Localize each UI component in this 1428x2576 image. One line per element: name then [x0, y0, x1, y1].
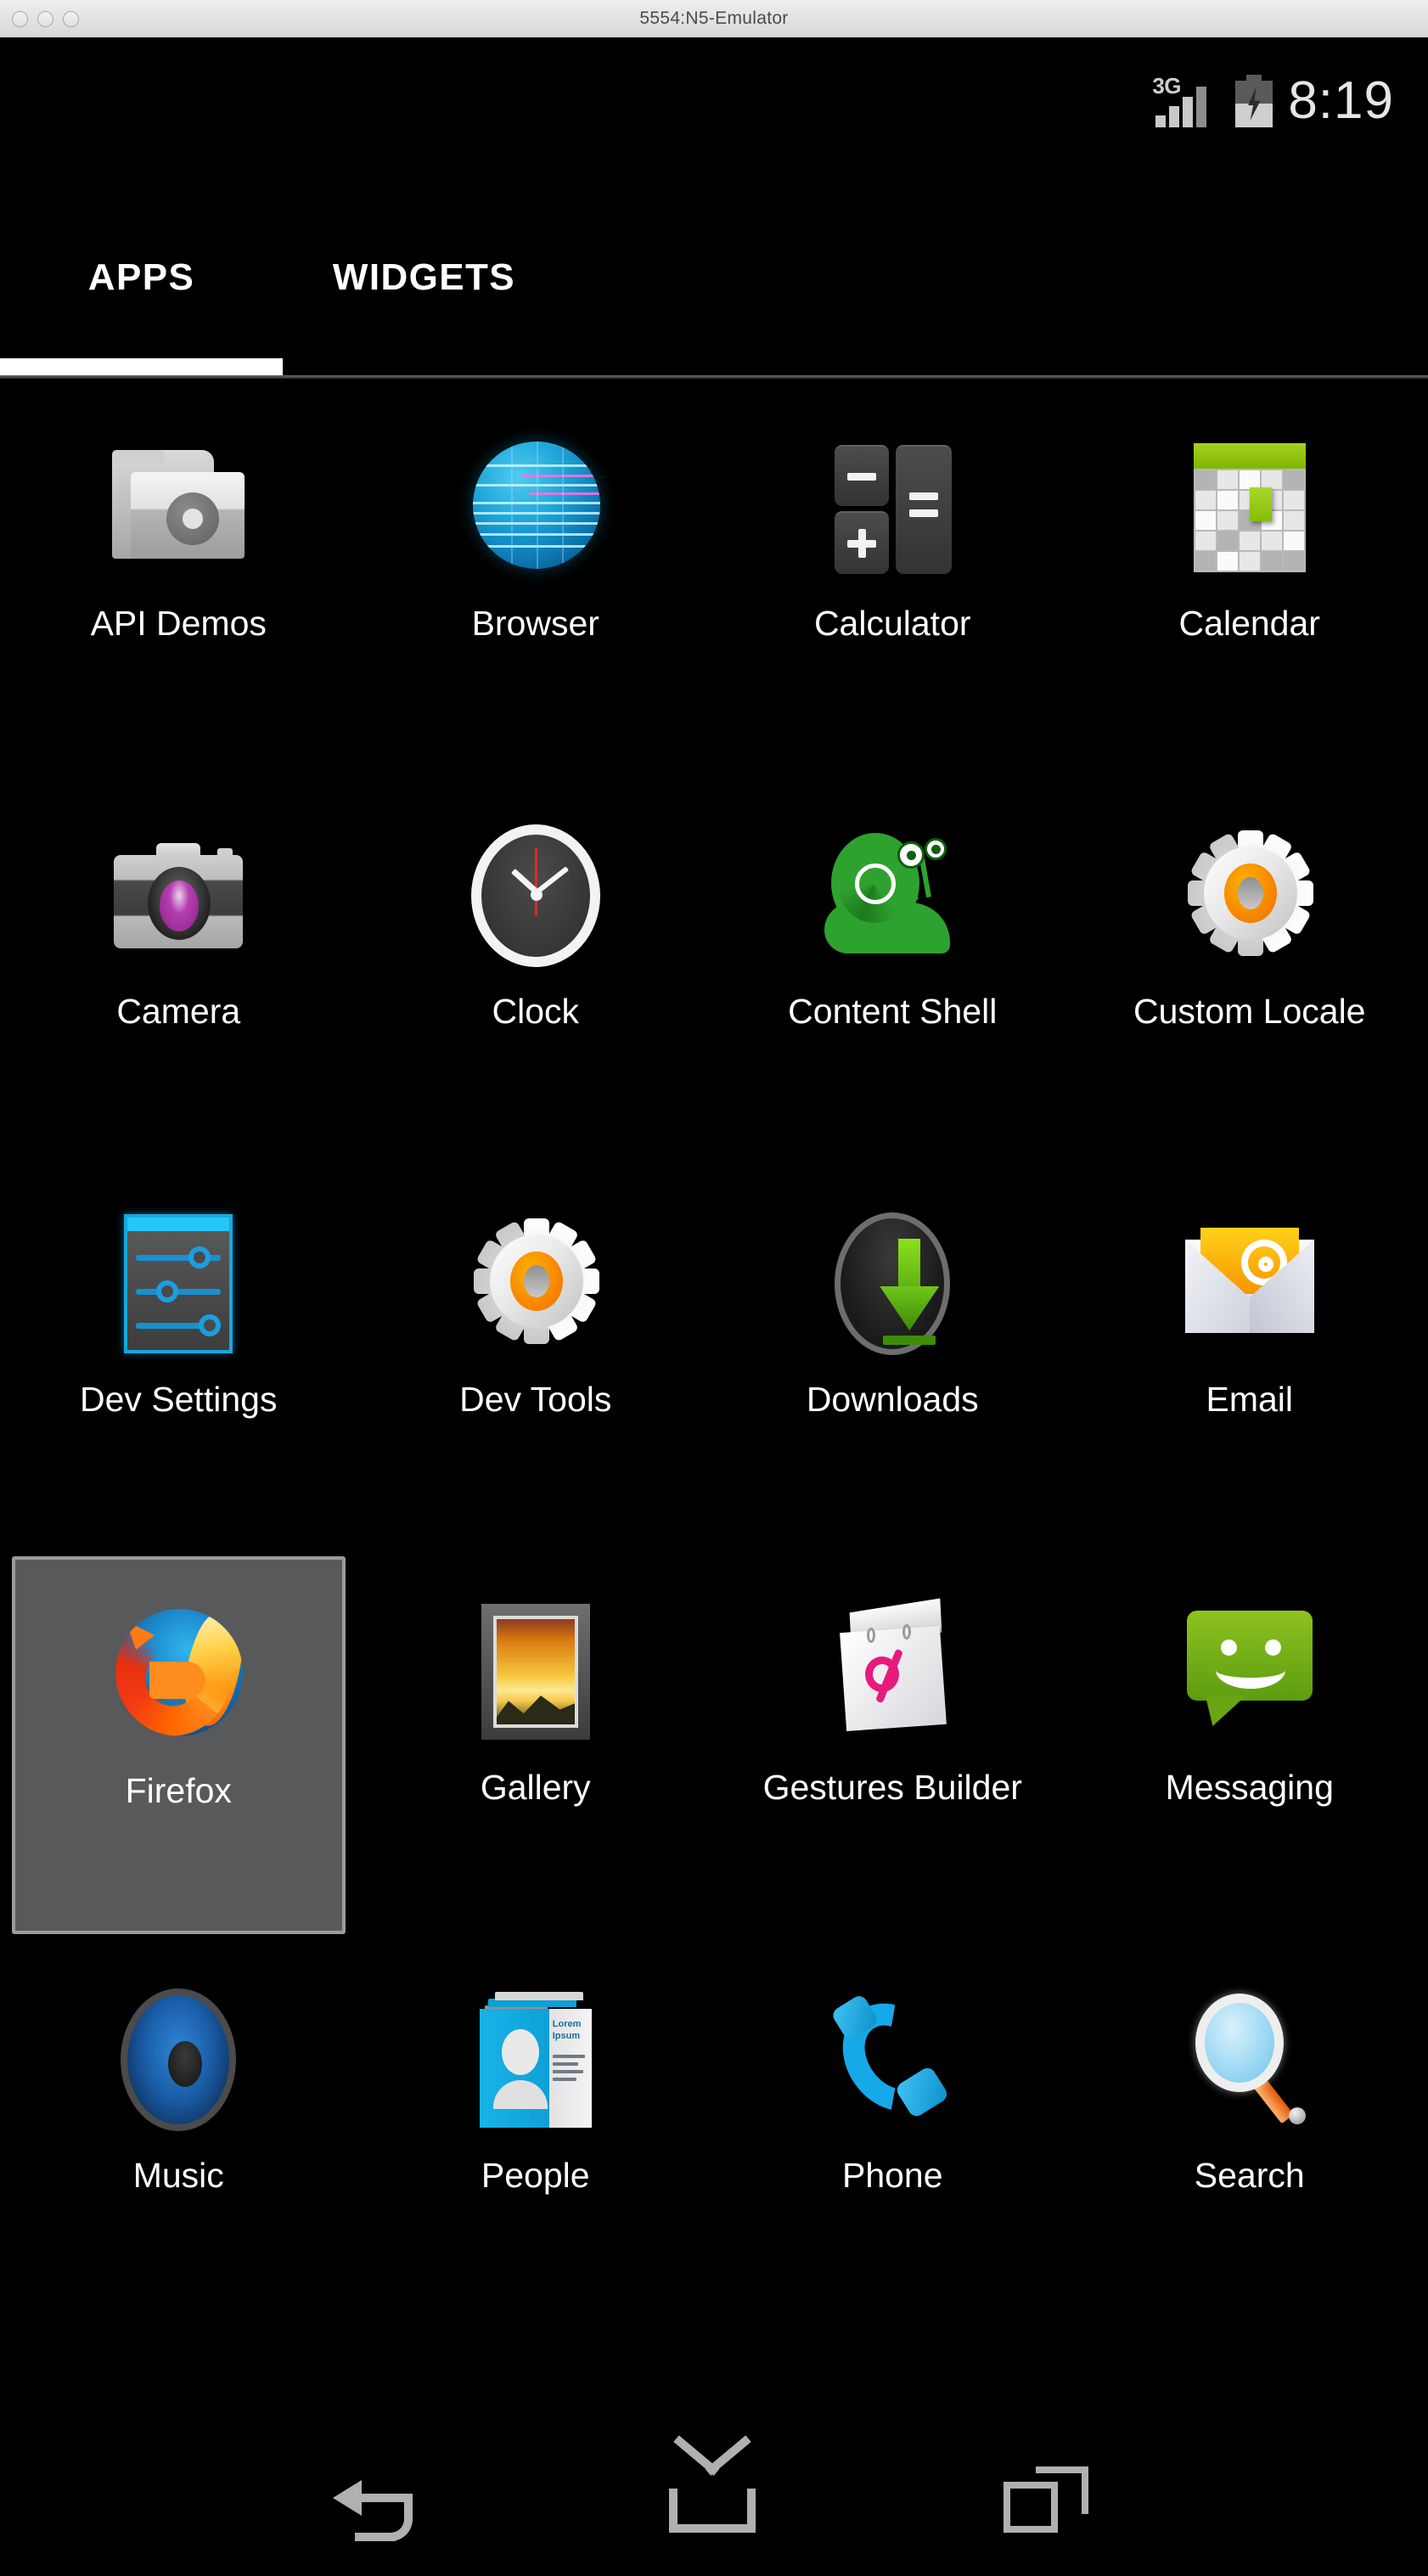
magnifier-icon	[1173, 1983, 1326, 2136]
app-item-dev-tools[interactable]: Dev Tools	[357, 1163, 715, 1551]
app-label: Calculator	[813, 604, 971, 643]
emulator-window: 5554:N5-Emulator 3G 8:19 APPS WIDGETS AP…	[0, 0, 1428, 2576]
tab-apps[interactable]: APPS	[0, 195, 283, 299]
app-item-dev-settings[interactable]: Dev Settings	[0, 1163, 357, 1551]
close-button[interactable]	[12, 10, 28, 27]
app-item-downloads[interactable]: Downloads	[714, 1163, 1071, 1551]
app-label: Browser	[471, 604, 599, 643]
status-bar: 3G 8:19	[0, 37, 1428, 165]
app-drawer-tabs: APPS WIDGETS	[0, 195, 1428, 323]
status-bar-clock: 8:19	[1288, 71, 1394, 130]
notepad-gesture-icon	[816, 1595, 969, 1748]
framed-photo-icon	[459, 1595, 612, 1748]
minimize-button[interactable]	[37, 10, 53, 27]
app-label: Custom Locale	[1133, 992, 1366, 1031]
home-icon	[667, 2435, 757, 2533]
zoom-button[interactable]	[63, 10, 79, 27]
app-label: Firefox	[125, 1771, 232, 1810]
app-item-browser[interactable]: Browser	[357, 387, 715, 775]
app-item-firefox[interactable]: Firefox	[12, 1556, 346, 1934]
contact-name: Lorem Ipsum	[552, 2019, 582, 2041]
camera-icon	[102, 819, 255, 972]
tab-widgets[interactable]: WIDGETS	[283, 195, 565, 299]
app-label: Dev Tools	[459, 1380, 612, 1419]
contact-card-icon: Lorem Ipsum	[459, 1983, 612, 2136]
app-item-messaging[interactable]: Messaging	[1071, 1551, 1428, 1939]
app-item-content-shell[interactable]: Content Shell	[714, 775, 1071, 1163]
app-item-camera[interactable]: Camera	[0, 775, 357, 1163]
app-label: Email	[1206, 1380, 1294, 1419]
app-label: Phone	[841, 2156, 943, 2195]
app-item-gallery[interactable]: Gallery	[357, 1551, 715, 1939]
app-item-people[interactable]: Lorem Ipsum People	[357, 1939, 715, 2327]
speech-bubble-smiley-icon	[1173, 1595, 1326, 1748]
app-item-api-demos[interactable]: API Demos	[0, 387, 357, 775]
calendar-grid-icon	[1173, 431, 1326, 584]
app-label: Dev Settings	[80, 1380, 278, 1419]
analog-clock-icon	[459, 819, 612, 972]
app-label: API Demos	[90, 604, 267, 643]
app-label: Clock	[492, 992, 580, 1031]
folder-gear-icon	[102, 431, 255, 584]
back-arrow-icon	[333, 2472, 413, 2541]
app-grid: API Demos Browser Calculator Calendar Ca…	[0, 387, 1428, 2327]
firefox-icon	[102, 1599, 255, 1752]
sliders-panel-icon	[102, 1207, 255, 1360]
app-label: Camera	[116, 992, 241, 1031]
handset-icon	[816, 1983, 969, 2136]
app-item-search[interactable]: Search	[1071, 1939, 1428, 2327]
app-item-clock[interactable]: Clock	[357, 775, 715, 1163]
download-arrow-icon	[816, 1207, 969, 1360]
app-label: People	[481, 2156, 590, 2195]
app-label: Content Shell	[788, 992, 998, 1031]
app-item-calendar[interactable]: Calendar	[1071, 387, 1428, 775]
app-label: Downloads	[806, 1380, 979, 1419]
app-label: Calendar	[1178, 604, 1320, 643]
snail-icon	[816, 819, 969, 972]
envelope-at-icon	[1173, 1207, 1326, 1360]
android-screen: 3G 8:19 APPS WIDGETS API Demos Browser C…	[0, 37, 1428, 2576]
tab-active-indicator	[0, 358, 283, 377]
app-item-email[interactable]: Email	[1071, 1163, 1428, 1551]
app-label: Search	[1194, 2156, 1305, 2195]
calculator-keys-icon	[816, 431, 969, 584]
back-button[interactable]	[309, 2451, 453, 2545]
home-button[interactable]	[642, 2435, 786, 2545]
signal-bars-icon: 3G	[1152, 70, 1215, 132]
tab-divider	[0, 375, 1428, 379]
window-traffic-lights[interactable]	[12, 0, 79, 37]
gear-orange-icon	[459, 1207, 612, 1360]
app-label: Gestures Builder	[762, 1768, 1022, 1807]
app-item-gestures-builder[interactable]: Gestures Builder	[714, 1551, 1071, 1939]
window-titlebar: 5554:N5-Emulator	[0, 0, 1428, 38]
app-label: Gallery	[480, 1768, 591, 1807]
recents-icon	[1004, 2466, 1088, 2534]
battery-charging-icon	[1235, 75, 1273, 127]
system-navigation-bar	[0, 2420, 1428, 2576]
signal-bar-group	[1155, 85, 1215, 127]
gear-orange-icon	[1173, 819, 1326, 972]
app-item-calculator[interactable]: Calculator	[714, 387, 1071, 775]
window-title: 5554:N5-Emulator	[639, 8, 789, 28]
app-item-phone[interactable]: Phone	[714, 1939, 1071, 2327]
recents-button[interactable]	[975, 2451, 1119, 2545]
app-item-custom-locale[interactable]: Custom Locale	[1071, 775, 1428, 1163]
app-item-music[interactable]: Music	[0, 1939, 357, 2327]
app-label: Music	[132, 2156, 224, 2195]
app-label: Messaging	[1165, 1768, 1334, 1807]
speaker-icon	[102, 1983, 255, 2136]
globe-icon	[459, 431, 612, 584]
